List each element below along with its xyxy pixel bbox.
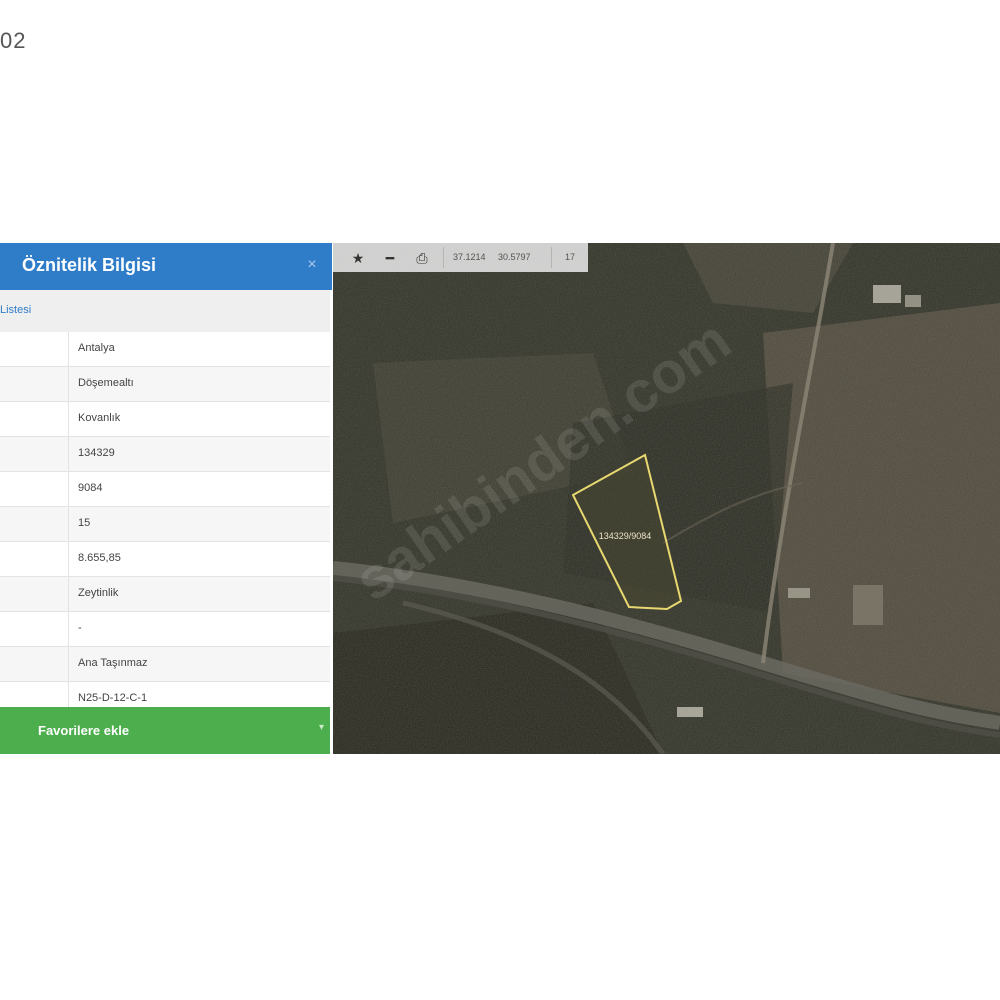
close-icon[interactable]: × bbox=[302, 255, 322, 275]
attribute-key-cell bbox=[0, 332, 69, 366]
table-row: Kovanlık bbox=[0, 402, 330, 437]
table-row: Döşemealtı bbox=[0, 367, 330, 402]
print-icon[interactable]: ⎙ bbox=[411, 248, 433, 268]
attribute-panel: Öznitelik Bilgisi × Listesi Antalya Döşe… bbox=[0, 243, 332, 754]
attribute-value: 134329 bbox=[78, 447, 115, 459]
latitude-readout: 37.1214 bbox=[453, 252, 486, 262]
attribute-key-cell bbox=[0, 402, 69, 436]
attribute-table: Antalya Döşemealtı Kovanlık 134329 9084 … bbox=[0, 332, 330, 717]
map-toolbar: ★ ━ ⎙ 37.1214 30.5797 17 bbox=[333, 243, 588, 272]
panel-title: Öznitelik Bilgisi bbox=[22, 255, 157, 275]
attribute-value: - bbox=[78, 622, 82, 634]
building bbox=[853, 585, 883, 625]
parcel-label: 134329/9084 bbox=[599, 531, 652, 541]
panel-header: Öznitelik Bilgisi × bbox=[0, 243, 332, 290]
favorites-button-label: Favorilere ekle bbox=[38, 723, 130, 738]
attribute-key-cell bbox=[0, 507, 69, 541]
attribute-value: 15 bbox=[78, 517, 91, 529]
attribute-key-cell bbox=[0, 472, 69, 506]
measure-icon[interactable]: ━ bbox=[379, 248, 401, 268]
toolbar-divider bbox=[551, 247, 552, 268]
star-icon[interactable]: ★ bbox=[347, 248, 369, 268]
building bbox=[677, 707, 703, 717]
attribute-value: 8.655,85 bbox=[78, 552, 121, 564]
section-row: Listesi bbox=[0, 290, 330, 333]
add-to-favorites-button[interactable]: Favorilere ekle ▾ bbox=[0, 707, 330, 754]
attribute-key-cell bbox=[0, 647, 69, 681]
page-corner-label: 02 bbox=[0, 28, 27, 53]
building bbox=[873, 285, 901, 303]
building bbox=[788, 588, 810, 598]
table-row: 15 bbox=[0, 507, 330, 542]
attribute-value: Kovanlık bbox=[78, 412, 121, 424]
attribute-value: N25-D-12-C-1 bbox=[78, 692, 148, 704]
satellite-map[interactable]: 134329/9084 sahibinden.com ★ ━ ⎙ 37.1214… bbox=[333, 243, 1000, 754]
longitude-readout: 30.5797 bbox=[498, 252, 531, 262]
building bbox=[905, 295, 921, 307]
table-row: Zeytinlik bbox=[0, 577, 330, 612]
attribute-value: Zeytinlik bbox=[78, 587, 119, 599]
table-row: 9084 bbox=[0, 472, 330, 507]
zoom-level-readout: 17 bbox=[565, 252, 576, 262]
table-row: 8.655,85 bbox=[0, 542, 330, 577]
attribute-value: Antalya bbox=[78, 342, 115, 354]
attribute-key-cell bbox=[0, 612, 69, 646]
table-row: - bbox=[0, 612, 330, 647]
attribute-value: Ana Taşınmaz bbox=[78, 657, 148, 669]
attribute-key-cell bbox=[0, 577, 69, 611]
table-row: Ana Taşınmaz bbox=[0, 647, 330, 682]
attribute-value: Döşemealtı bbox=[78, 377, 134, 389]
section-list-link[interactable]: Listesi bbox=[0, 304, 31, 316]
attribute-value: 9084 bbox=[78, 482, 103, 494]
table-row: 134329 bbox=[0, 437, 330, 472]
attribute-key-cell bbox=[0, 542, 69, 576]
attribute-key-cell bbox=[0, 367, 69, 401]
map-imagery: 134329/9084 sahibinden.com bbox=[333, 243, 1000, 754]
chevron-down-icon[interactable]: ▾ bbox=[319, 722, 324, 733]
table-row: Antalya bbox=[0, 332, 330, 367]
toolbar-divider bbox=[443, 247, 444, 268]
attribute-key-cell bbox=[0, 437, 69, 471]
